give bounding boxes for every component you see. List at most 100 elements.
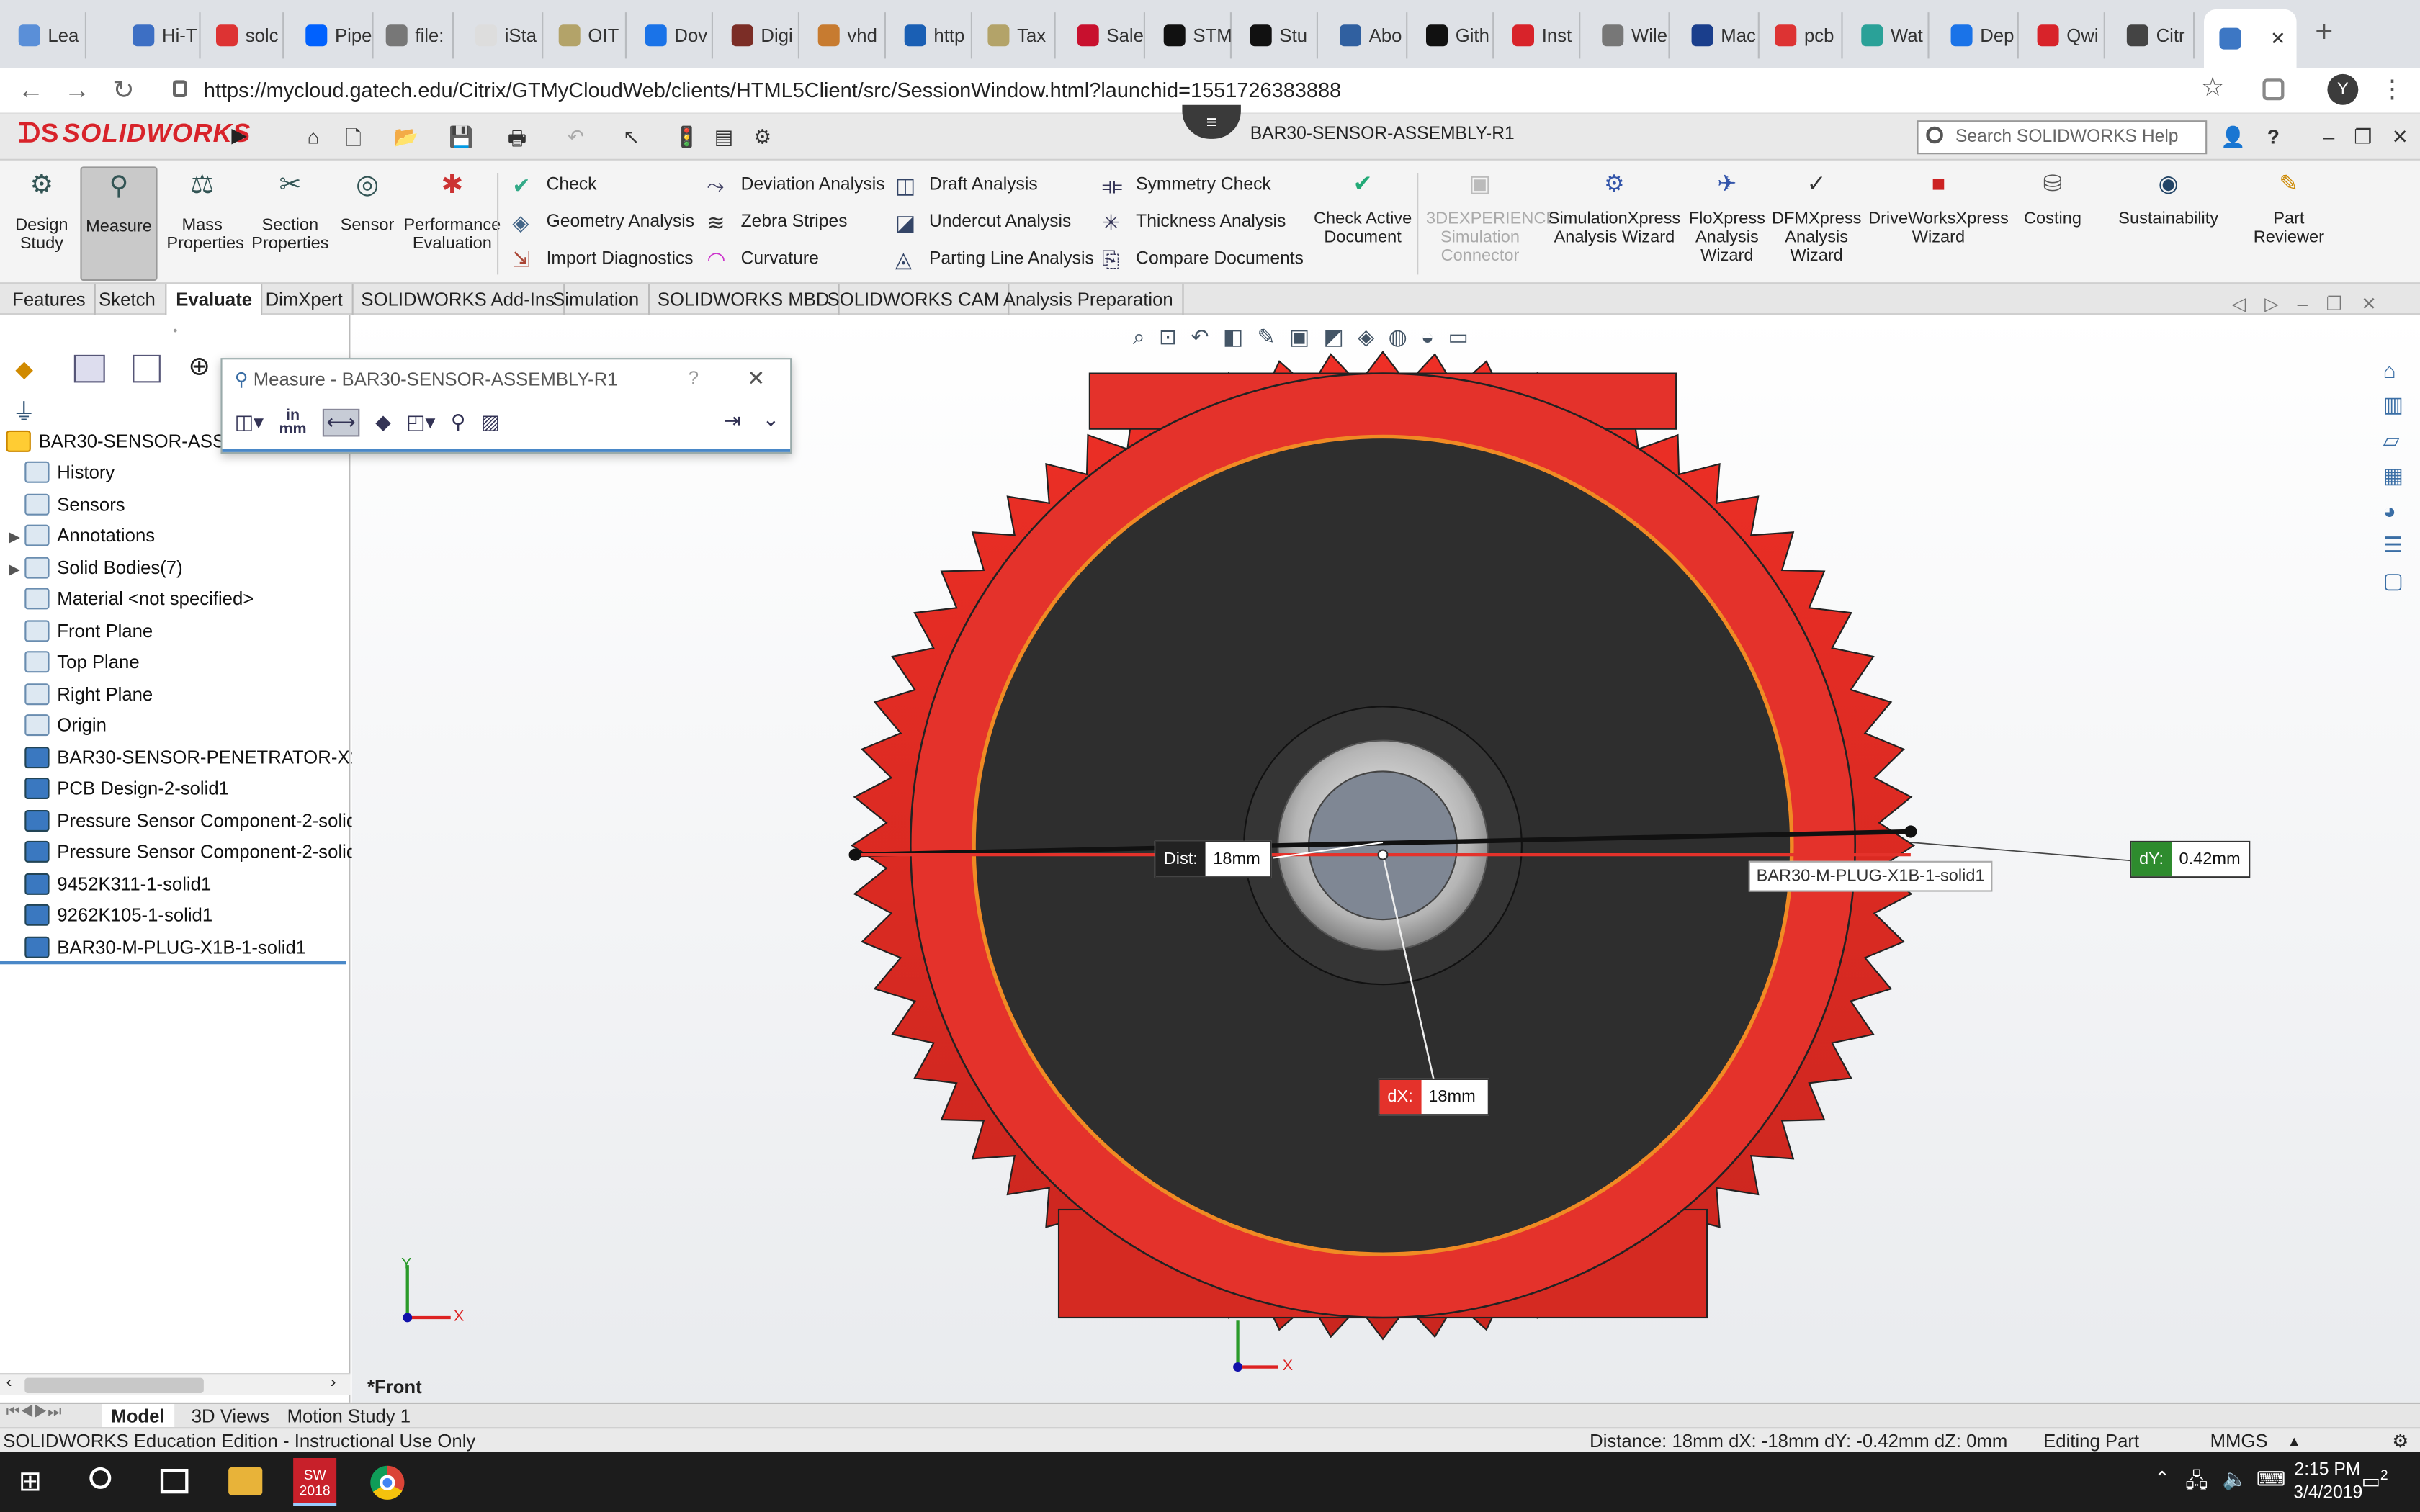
section-button[interactable]: ✂ Section Properties <box>250 166 330 274</box>
performance-button[interactable]: ✱ Performance Evaluation <box>401 166 503 274</box>
browser-tab[interactable]: http <box>889 12 972 59</box>
browser-tab[interactable]: Stu <box>1234 12 1318 59</box>
tree-item[interactable]: 9452K311-1-solid1 <box>9 868 211 899</box>
tab-solidworks-cam[interactable]: SOLIDWORKS CAM <box>818 284 1010 315</box>
expand-arrow-icon[interactable]: ▶ <box>9 553 24 584</box>
tree-item[interactable]: 9262K105-1-solid1 <box>9 899 212 930</box>
bottom-tab-model[interactable]: Model <box>102 1403 174 1429</box>
zoom-to-fit-icon[interactable]: ⌕ <box>1133 324 1145 350</box>
browser-tab[interactable]: Qwi <box>2022 12 2105 59</box>
file-explorer-taskbar-icon[interactable] <box>228 1467 263 1495</box>
home-icon[interactable]: ⌂ <box>300 125 328 150</box>
profile-avatar[interactable]: Y <box>2327 73 2359 105</box>
dx-callout[interactable]: dX: 18mm <box>1378 1078 1489 1116</box>
sw-resources-icon[interactable]: ⌂ <box>2383 358 2417 382</box>
create-sensor-icon[interactable]: ▨ <box>481 410 500 435</box>
browser-tab[interactable]: Lea <box>3 12 87 59</box>
check-button[interactable]: ✔ Check <box>512 171 596 199</box>
browser-tab[interactable]: Digi <box>716 12 799 59</box>
expand-arrow-icon[interactable]: ▶ <box>9 521 24 552</box>
browser-tab[interactable]: Pipe <box>290 12 374 59</box>
tree-item[interactable]: ▶ Solid Bodies(7) <box>9 552 183 582</box>
tab-analysis-preparation[interactable]: Analysis Preparation <box>994 284 1184 315</box>
tree-item[interactable]: BAR30-SENSOR-PENETRATOR-X1A- <box>9 742 379 773</box>
back-icon[interactable]: ← <box>15 76 46 107</box>
thickness-analysis-button[interactable]: ✳ Thickness Analysis <box>1102 208 1286 236</box>
reload-icon[interactable]: ↻ <box>108 76 139 107</box>
tree-item[interactable]: BAR30-M-PLUG-X1B-1-solid1 <box>9 931 306 962</box>
browser-tab[interactable]: iSta <box>460 12 544 59</box>
units-dropdown-icon[interactable]: ▲ <box>2287 1428 2301 1453</box>
viewport-minimize-icon[interactable]: – <box>2298 293 2308 315</box>
bookmark-star-icon[interactable]: ☆ <box>2201 73 2225 104</box>
tab-scroll-arrows[interactable]: ⏮◀▶⏭ <box>6 1404 62 1421</box>
action-center-icon[interactable]: ▭2 <box>2362 1467 2388 1494</box>
projected-on-icon[interactable]: ◰▾ <box>406 410 435 435</box>
show-xyz-icon[interactable]: ⟷ <box>322 408 360 437</box>
bottom-tab-3d-views[interactable]: 3D Views <box>182 1404 279 1428</box>
model-viewport[interactable] <box>352 315 2420 1403</box>
browser-tab[interactable]: Hi-T <box>117 12 201 59</box>
floxpress-button[interactable]: ✈ FloXpress Analysis Wizard <box>1685 173 1769 266</box>
save-icon[interactable]: 💾 <box>447 125 475 150</box>
dfmxpress-button[interactable]: ✓ DFMXpress Analysis Wizard <box>1772 173 1861 266</box>
customize-status-icon[interactable]: ⚙ <box>2392 1428 2408 1453</box>
volume-icon[interactable]: 🔈 <box>2223 1467 2248 1492</box>
tab-close-icon[interactable]: ✕ <box>2270 28 2286 50</box>
design-button[interactable]: ⚙ Design Study <box>6 166 78 274</box>
hide-show-items-icon[interactable]: ◈ <box>1358 324 1374 350</box>
dy-callout[interactable]: dY: 0.42mm <box>2130 840 2251 878</box>
configuration-manager-tab-icon[interactable] <box>133 354 161 383</box>
section-view-icon[interactable]: ◧ <box>1223 324 1243 350</box>
solidworks-logo[interactable]: ᗪS SOLIDWORKS <box>19 119 251 150</box>
parting-line-analysis-button[interactable]: ◬ Parting Line Analysis <box>895 246 1094 274</box>
import-diagnostics-button[interactable]: ⇲ Import Diagnostics <box>512 246 693 274</box>
address-bar[interactable]: https://mycloud.gatech.edu/Citrix/GTMyCl… <box>204 74 2287 108</box>
new-tab-button[interactable]: + <box>2315 15 2333 50</box>
display-style-icon[interactable]: ◩ <box>1324 324 1344 350</box>
zebra-stripes-button[interactable]: ≋ Zebra Stripes <box>707 208 847 236</box>
browser-tab[interactable]: Wile <box>1587 12 1670 59</box>
browser-tab[interactable]: Citr <box>2111 12 2195 59</box>
tree-item[interactable]: Sensors <box>9 488 125 519</box>
zoom-area-icon[interactable]: ⊡ <box>1159 324 1177 350</box>
help-icon[interactable]: ? <box>2259 125 2287 150</box>
expand-dialog-icon[interactable]: ⌄ <box>763 408 779 432</box>
geometry-analysis-button[interactable]: ◈ Geometry Analysis <box>512 208 694 236</box>
pin-dialog-icon[interactable]: ⇥ <box>724 409 740 433</box>
graphics-area[interactable]: Y X X *Front ⌕ ⊡ ↶ ◧ ✎ ▣ ◩ ◈ ◍ ◒ ▭ ◁ ▷ –… <box>351 293 2420 1403</box>
browser-tab[interactable]: Gith <box>1411 12 1494 59</box>
measure-help-icon[interactable]: ? <box>689 367 699 389</box>
windows-start-icon[interactable]: ⊞ <box>19 1466 42 1498</box>
tray-expand-icon[interactable]: ⌃ <box>2154 1467 2170 1489</box>
options-gear-icon[interactable]: ⚙ <box>748 125 776 150</box>
citrix-toolbar-handle[interactable]: ≡ <box>1182 104 1241 139</box>
design-library-icon[interactable]: ▥ <box>2383 392 2417 418</box>
browser-tab[interactable]: Tax <box>972 12 1056 59</box>
print-icon[interactable]: 🖶 <box>503 125 532 150</box>
deviation-analysis-button[interactable]: ⤳ Deviation Analysis <box>707 171 884 199</box>
measure-history-icon[interactable]: ⚲ <box>451 410 465 435</box>
browser-tab[interactable]: Inst <box>1497 12 1581 59</box>
sustainability-button[interactable]: ◉ Sustainability <box>2108 173 2228 228</box>
tab-simulation[interactable]: Simulation <box>543 284 650 315</box>
dynamic-annotation-icon[interactable]: ✎ <box>1257 324 1275 350</box>
browser-tab[interactable]: Wat <box>1846 12 1930 59</box>
browser-tab[interactable]: Sale <box>1062 12 1145 59</box>
filter-icon[interactable]: ⏚ <box>12 395 35 428</box>
browser-tab[interactable]: solc <box>201 12 284 59</box>
solidworks-taskbar-icon[interactable]: SW 2018 <box>293 1457 337 1506</box>
tree-item[interactable]: Right Plane <box>9 678 153 709</box>
browser-tab[interactable]: Dep <box>1935 12 2019 59</box>
viewport-close-icon[interactable]: ✕ <box>2361 293 2377 315</box>
dimxpert-tab-icon[interactable]: ⊕ <box>188 352 210 383</box>
viewport-prev-icon[interactable]: ◁ <box>2232 293 2246 315</box>
open-icon[interactable]: 📂 <box>392 125 420 150</box>
measure-button[interactable]: ⚲ Measure <box>80 166 158 281</box>
part-button[interactable]: ✎ Part Reviewer <box>2244 173 2334 247</box>
tree-item[interactable]: History <box>9 456 115 487</box>
viewport-restore-icon[interactable]: ❐ <box>2326 293 2343 315</box>
select-icon[interactable]: ↖ <box>617 125 645 150</box>
view-settings-icon[interactable]: ▭ <box>1448 324 1468 350</box>
custom-properties-icon[interactable]: ☰ <box>2383 532 2417 558</box>
